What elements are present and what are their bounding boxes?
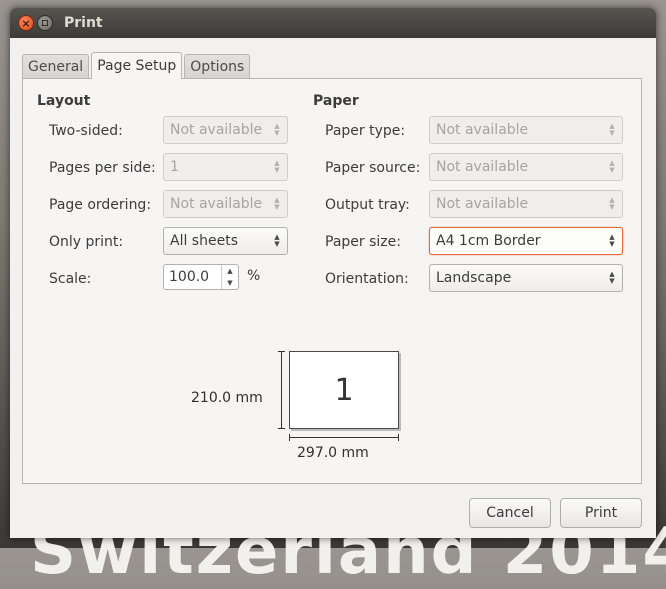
orientation-select[interactable]: Landscape ▲ ▼ — [429, 264, 623, 292]
scale-spinbox[interactable]: ▲▼ — [163, 264, 239, 290]
print-button[interactable]: Print — [560, 498, 642, 528]
tab-page-setup[interactable]: Page Setup — [91, 52, 183, 79]
paper-section-title: Paper — [313, 93, 359, 109]
two-sided-value: Not available — [170, 122, 263, 138]
tab-bar: General Page Setup Options — [22, 52, 252, 79]
only-print-select[interactable]: All sheets ▲ ▼ — [163, 227, 288, 255]
paper-type-select: Not available ▲ ▼ — [429, 116, 623, 144]
paper-size-value: A4 1cm Border — [436, 233, 541, 249]
tab-options[interactable]: Options — [184, 54, 251, 78]
chevron-up-down-icon: ▲ ▼ — [609, 122, 615, 137]
chevron-up-down-icon: ▲ ▼ — [274, 159, 280, 174]
pages-per-side-label: Pages per side: — [49, 160, 156, 176]
chevron-up-down-icon: ▲ ▼ — [274, 233, 280, 248]
window-title: Print — [64, 15, 103, 31]
only-print-value: All sheets — [170, 233, 238, 249]
two-sided-label: Two-sided: — [49, 123, 123, 139]
paper-source-select: Not available ▲ ▼ — [429, 153, 623, 181]
height-dimension-line — [278, 351, 285, 429]
cancel-button[interactable]: Cancel — [469, 498, 551, 528]
paper-size-select[interactable]: A4 1cm Border ▲ ▼ — [429, 227, 623, 255]
chevron-up-down-icon: ▲ ▼ — [274, 122, 280, 137]
paper-source-label: Paper source: — [325, 160, 421, 176]
paper-source-value: Not available — [436, 159, 529, 175]
title-bar: × Print — [10, 8, 656, 38]
paper-type-label: Paper type: — [325, 123, 406, 139]
page-ordering-value: Not available — [170, 196, 263, 212]
chevron-up-down-icon: ▲ ▼ — [274, 196, 280, 211]
print-dialog: × Print General Page Setup Options Layou… — [10, 8, 656, 538]
spin-up-down-icon[interactable]: ▲ ▼ — [221, 265, 238, 289]
page-ordering-select: Not available ▲ ▼ — [163, 190, 288, 218]
chevron-up-down-icon: ▲ ▼ — [609, 159, 615, 174]
output-tray-value: Not available — [436, 196, 529, 212]
two-sided-select: Not available ▲ ▼ — [163, 116, 288, 144]
orientation-value: Landscape — [436, 270, 512, 286]
maximize-icon[interactable] — [37, 15, 53, 31]
pages-per-side-select: 1 ▲ ▼ — [163, 153, 288, 181]
paper-type-value: Not available — [436, 122, 529, 138]
page-ordering-label: Page ordering: — [49, 197, 152, 213]
close-icon[interactable]: × — [18, 15, 34, 31]
width-dimension-line — [289, 434, 399, 441]
only-print-label: Only print: — [49, 234, 124, 250]
chevron-up-down-icon: ▲ ▼ — [609, 233, 615, 248]
width-dimension-label: 297.0 mm — [297, 445, 369, 461]
chevron-up-down-icon: ▲ ▼ — [609, 270, 615, 285]
scale-unit: % — [247, 268, 261, 284]
tab-general[interactable]: General — [22, 54, 90, 78]
height-dimension-label: 210.0 mm — [191, 390, 263, 406]
output-tray-label: Output tray: — [325, 197, 410, 213]
orientation-label: Orientation: — [325, 271, 409, 287]
chevron-up-down-icon: ▲ ▼ — [609, 196, 615, 211]
scale-input[interactable] — [164, 269, 223, 285]
layout-section-title: Layout — [37, 93, 91, 109]
page-setup-panel: Layout Two-sided: Not available ▲ ▼ Pages… — [22, 78, 642, 484]
scale-label: Scale: — [49, 271, 92, 287]
preview-page-number: 1 — [334, 372, 354, 408]
pages-per-side-value: 1 — [170, 159, 179, 175]
page-preview: 1 — [289, 351, 399, 429]
output-tray-select: Not available ▲ ▼ — [429, 190, 623, 218]
paper-size-label: Paper size: — [325, 234, 401, 250]
